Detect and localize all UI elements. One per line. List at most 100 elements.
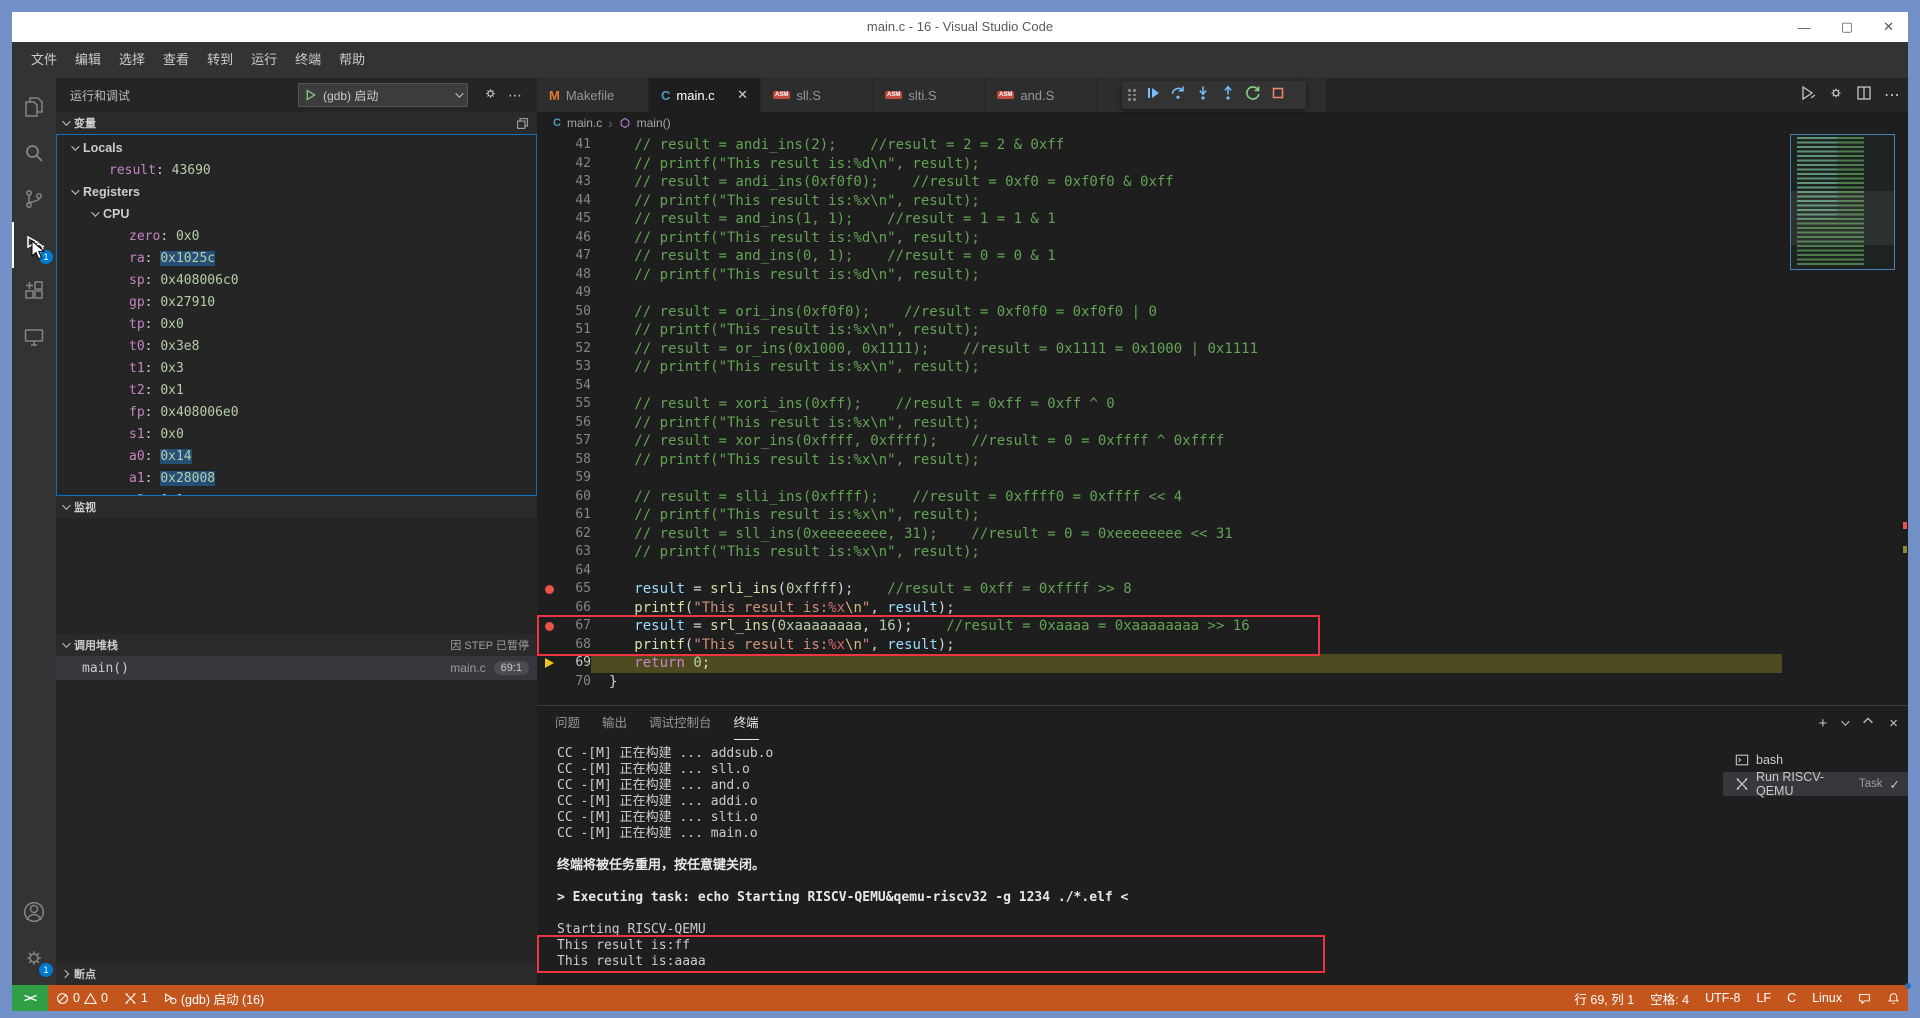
notifications-bell-icon[interactable] bbox=[1879, 983, 1911, 1011]
cpu-section[interactable]: CPU bbox=[57, 203, 536, 225]
eol-indicator[interactable]: LF bbox=[1748, 985, 1779, 1011]
maximize-panel-icon[interactable] bbox=[1861, 714, 1875, 732]
gutter[interactable] bbox=[537, 284, 561, 303]
register-row[interactable]: a2: 0x1 bbox=[57, 489, 536, 496]
run-debug-icon[interactable]: 1 bbox=[12, 222, 56, 268]
terminal-dropdown-icon[interactable] bbox=[1841, 717, 1850, 726]
gutter[interactable] bbox=[537, 506, 561, 525]
code-line-41[interactable]: 41 // result = andi_ins(2); //result = 2… bbox=[537, 136, 1908, 155]
register-row[interactable]: t0: 0x3e8 bbox=[57, 335, 536, 357]
code-line-53[interactable]: 53 // printf("This result is:%x\n", resu… bbox=[537, 358, 1908, 377]
code-editor[interactable]: 41 // result = andi_ins(2); //result = 2… bbox=[537, 134, 1908, 705]
close-panel-icon[interactable]: × bbox=[1889, 715, 1898, 732]
code-line-68[interactable]: 68 printf("This result is:%x\n", result)… bbox=[537, 636, 1908, 655]
code-line-47[interactable]: 47 // result = and_ins(0, 1); //result =… bbox=[537, 247, 1908, 266]
breakpoint-gutter[interactable] bbox=[537, 617, 561, 636]
current-line-gutter[interactable] bbox=[537, 654, 561, 673]
tab-and.S[interactable]: ASM and.S bbox=[985, 78, 1097, 112]
close-icon[interactable]: ✕ bbox=[737, 87, 748, 103]
code-line-56[interactable]: 56 // printf("This result is:%x\n", resu… bbox=[537, 414, 1908, 433]
split-editor-icon[interactable] bbox=[1856, 85, 1872, 106]
gutter[interactable] bbox=[537, 247, 561, 266]
start-debug-icon[interactable] bbox=[305, 89, 317, 101]
code-line-67[interactable]: 67 result = srl_ins(0xaaaaaaaa, 16); //r… bbox=[537, 617, 1908, 636]
os-indicator[interactable]: Linux bbox=[1804, 985, 1850, 1011]
code-line-64[interactable]: 64 bbox=[537, 562, 1908, 581]
tab-sll.S[interactable]: ASM sll.S bbox=[761, 78, 873, 112]
register-row[interactable]: t2: 0x1 bbox=[57, 379, 536, 401]
gutter[interactable] bbox=[537, 340, 561, 359]
feedback-icon[interactable] bbox=[1850, 985, 1879, 1011]
panel-tab-调试控制台[interactable]: 调试控制台 bbox=[649, 706, 712, 740]
gutter[interactable] bbox=[537, 377, 561, 396]
menu-item-选择[interactable]: 选择 bbox=[110, 42, 154, 78]
minimap[interactable] bbox=[1790, 134, 1895, 270]
code-line-49[interactable]: 49 bbox=[537, 284, 1908, 303]
stack-frame-row[interactable]: main() main.c 69:1 bbox=[56, 656, 537, 680]
terminal-output[interactable]: CC -[M] 正在构建 ... addsub.o CC -[M] 正在构建 ..… bbox=[537, 740, 1723, 985]
gutter[interactable] bbox=[537, 321, 561, 340]
code-line-60[interactable]: 60 // result = slli_ins(0xffff); //resul… bbox=[537, 488, 1908, 507]
code-line-58[interactable]: 58 // printf("This result is:%x\n", resu… bbox=[537, 451, 1908, 470]
problems-indicator[interactable]: 0 0 bbox=[48, 985, 116, 1011]
breadcrumb-symbol[interactable]: main() bbox=[637, 116, 671, 130]
menu-item-转到[interactable]: 转到 bbox=[198, 42, 242, 78]
code-line-48[interactable]: 48 // printf("This result is:%d\n", resu… bbox=[537, 266, 1908, 285]
gutter[interactable] bbox=[537, 136, 561, 155]
breakpoint-gutter[interactable] bbox=[537, 580, 561, 599]
restart-button[interactable] bbox=[1245, 85, 1261, 106]
code-line-46[interactable]: 46 // printf("This result is:%d\n", resu… bbox=[537, 229, 1908, 248]
register-row[interactable]: tp: 0x0 bbox=[57, 313, 536, 335]
register-row[interactable]: t1: 0x3 bbox=[57, 357, 536, 379]
step-into-button[interactable] bbox=[1195, 85, 1211, 106]
gutter[interactable] bbox=[537, 599, 561, 618]
menu-item-运行[interactable]: 运行 bbox=[242, 42, 286, 78]
gutter[interactable] bbox=[537, 432, 561, 451]
code-line-55[interactable]: 55 // result = xori_ins(0xff); //result … bbox=[537, 395, 1908, 414]
local-variable-row[interactable]: result: 43690 bbox=[57, 159, 536, 181]
gutter[interactable] bbox=[537, 488, 561, 507]
debug-settings-gear-icon[interactable] bbox=[478, 86, 503, 104]
code-line-70[interactable]: 70} bbox=[537, 673, 1908, 692]
remote-explorer-icon[interactable] bbox=[12, 314, 56, 360]
tab-main.c[interactable]: Cmain.c ✕ bbox=[649, 78, 761, 112]
menu-item-文件[interactable]: 文件 bbox=[22, 42, 66, 78]
register-row[interactable]: fp: 0x408006e0 bbox=[57, 401, 536, 423]
code-line-57[interactable]: 57 // result = xor_ins(0xffff, 0xffff); … bbox=[537, 432, 1908, 451]
menu-item-查看[interactable]: 查看 bbox=[154, 42, 198, 78]
gutter[interactable] bbox=[537, 229, 561, 248]
code-line-45[interactable]: 45 // result = and_ins(1, 1); //result =… bbox=[537, 210, 1908, 229]
code-line-50[interactable]: 50 // result = ori_ins(0xf0f0); //result… bbox=[537, 303, 1908, 322]
minimize-button[interactable]: — bbox=[1798, 20, 1811, 35]
code-line-59[interactable]: 59 bbox=[537, 469, 1908, 488]
locals-section[interactable]: Locals bbox=[57, 137, 536, 159]
settings-gear-icon[interactable]: 1 bbox=[12, 935, 56, 981]
account-icon[interactable] bbox=[12, 889, 56, 935]
gutter[interactable] bbox=[537, 155, 561, 174]
menu-item-编辑[interactable]: 编辑 bbox=[66, 42, 110, 78]
registers-section[interactable]: Registers bbox=[57, 181, 536, 203]
watch-section-header[interactable]: 监视 bbox=[56, 496, 537, 518]
code-line-63[interactable]: 63 // printf("This result is:%x\n", resu… bbox=[537, 543, 1908, 562]
gutter[interactable] bbox=[537, 525, 561, 544]
register-row[interactable]: ra: 0x1025c bbox=[57, 247, 536, 269]
line-col-indicator[interactable]: 行 69, 列 1 bbox=[1566, 985, 1642, 1011]
remote-indicator[interactable]: >< bbox=[12, 985, 48, 1011]
encoding-indicator[interactable]: UTF-8 bbox=[1697, 985, 1748, 1011]
drag-handle-icon[interactable] bbox=[1128, 89, 1136, 101]
variables-tree[interactable]: Locals result: 43690 Registers CPU zero: 0x0… bbox=[56, 134, 537, 496]
variables-section-header[interactable]: 变量 bbox=[56, 112, 537, 134]
code-line-52[interactable]: 52 // result = or_ins(0x1000, 0x1111); /… bbox=[537, 340, 1908, 359]
code-line-61[interactable]: 61 // printf("This result is:%x\n", resu… bbox=[537, 506, 1908, 525]
panel-tab-问题[interactable]: 问题 bbox=[555, 706, 580, 740]
editor-gear-icon[interactable] bbox=[1828, 85, 1844, 106]
gutter[interactable] bbox=[537, 192, 561, 211]
gutter[interactable] bbox=[537, 673, 561, 692]
code-line-69[interactable]: 69 return 0; bbox=[537, 654, 1908, 673]
close-button[interactable]: ✕ bbox=[1883, 19, 1894, 35]
register-row[interactable]: a0: 0x14 bbox=[57, 445, 536, 467]
register-row[interactable]: a1: 0x28008 bbox=[57, 467, 536, 489]
tab-Makefile[interactable]: M Makefile bbox=[537, 78, 649, 112]
debug-session-indicator[interactable]: (gdb) 启动 (16) bbox=[156, 985, 272, 1011]
panel-tab-输出[interactable]: 输出 bbox=[602, 706, 627, 740]
